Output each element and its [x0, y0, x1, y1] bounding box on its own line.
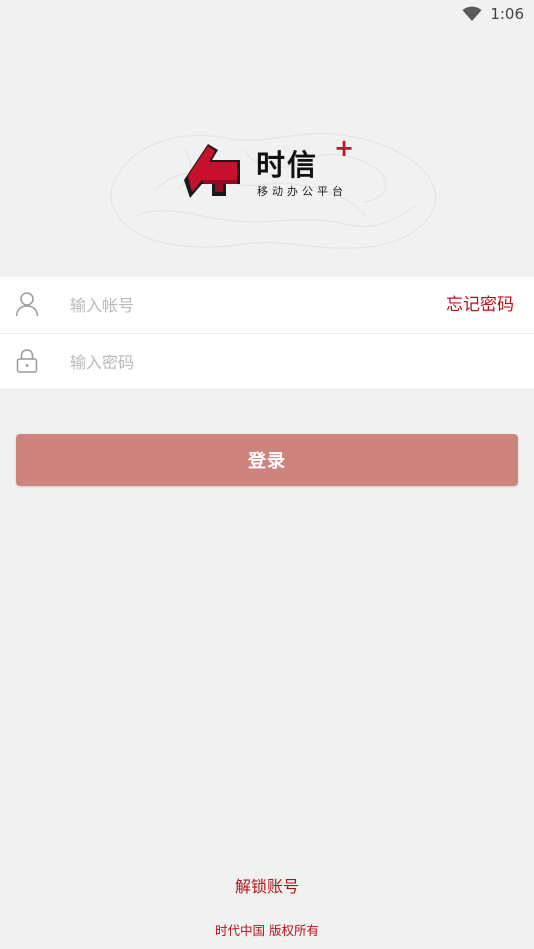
login-screen: 1:06 时信 + 移动办公平台 输入帐号 忘记密码 登录 解锁账号 时代中国 …	[0, 0, 534, 949]
login-button[interactable]: 登录	[16, 434, 518, 486]
unlock-account-link[interactable]: 解锁账号	[0, 873, 534, 897]
lock-icon	[15, 348, 39, 374]
status-bar: 1:06	[0, 0, 534, 28]
forgot-password-link[interactable]: 忘记密码	[446, 277, 514, 333]
username-row: 忘记密码	[0, 277, 534, 333]
logo-plus-icon: +	[334, 134, 355, 162]
logo-mark-icon	[184, 144, 240, 198]
login-form: 忘记密码	[0, 277, 534, 390]
app-logo: 时信 + 移动办公平台	[182, 134, 357, 203]
user-icon	[15, 291, 39, 317]
password-input[interactable]	[70, 334, 410, 390]
wifi-icon	[462, 6, 482, 22]
status-time: 1:06	[490, 5, 524, 23]
copyright-text: 时代中国 版权所有	[215, 923, 319, 938]
password-row	[0, 333, 534, 390]
username-input[interactable]	[70, 277, 410, 333]
logo-subtitle: 移动办公平台	[257, 185, 347, 198]
logo-title: 时信	[256, 148, 319, 182]
